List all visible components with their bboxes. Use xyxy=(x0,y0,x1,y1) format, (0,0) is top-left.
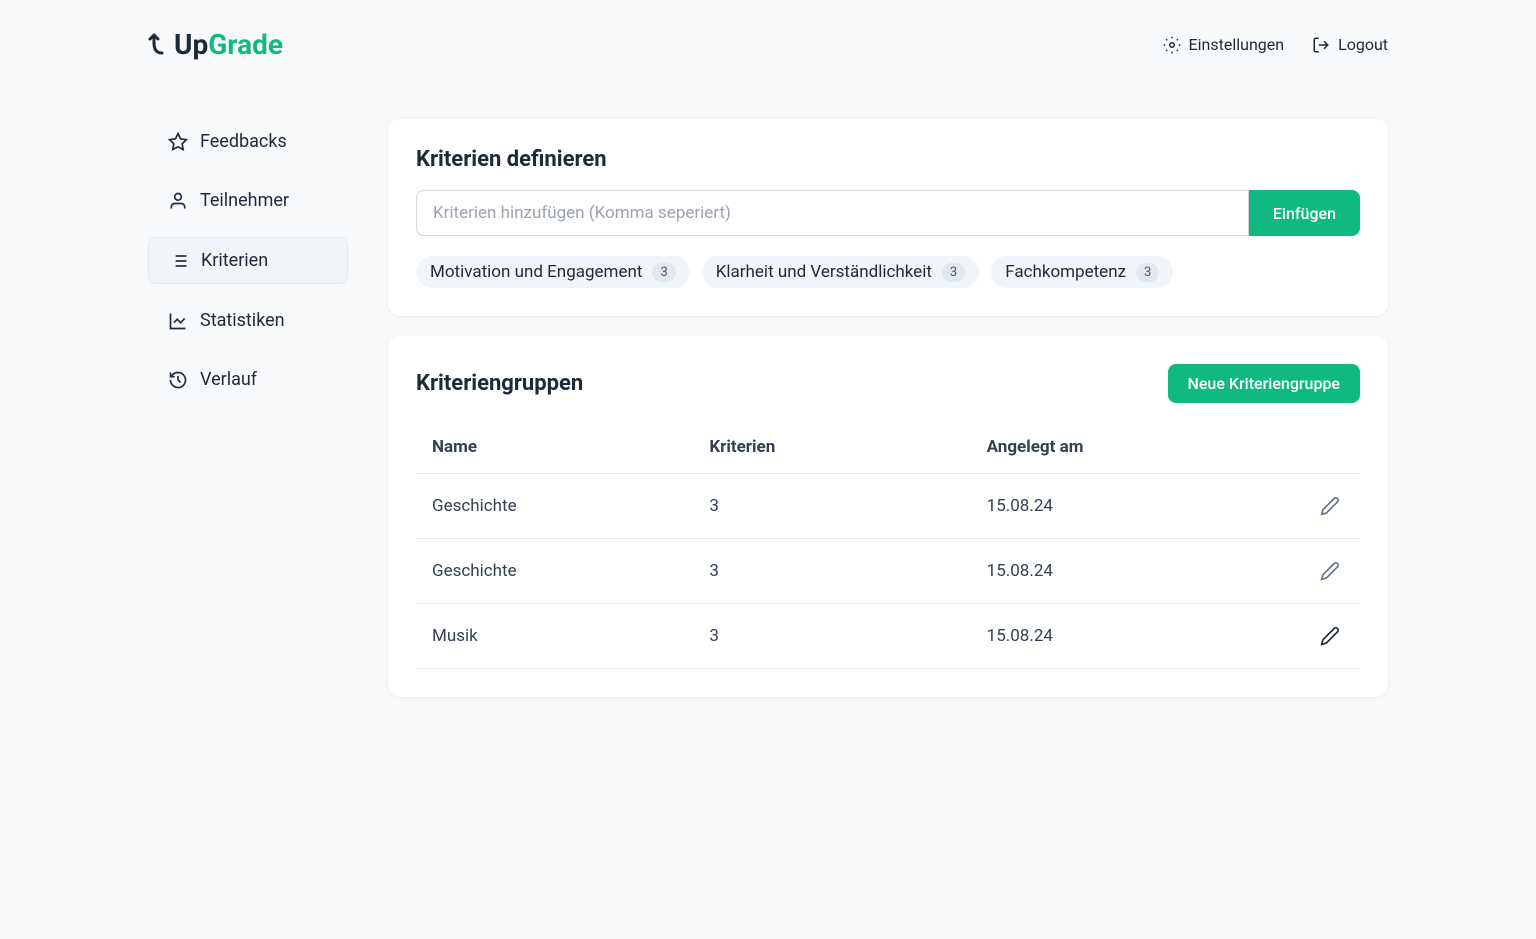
tag-klarheit[interactable]: Klarheit und Verständlichkeit 3 xyxy=(702,256,979,288)
tag-fachkompetenz[interactable]: Fachkompetenz 3 xyxy=(991,256,1173,288)
col-created: Angelegt am xyxy=(987,437,1264,457)
tag-label: Klarheit und Verständlichkeit xyxy=(716,262,932,282)
criteria-input[interactable] xyxy=(416,190,1249,236)
star-icon xyxy=(168,132,188,152)
tag-label: Motivation und Engagement xyxy=(430,262,642,282)
user-icon xyxy=(168,191,188,211)
add-criteria-button[interactable]: Einfügen xyxy=(1249,190,1360,236)
cell-name: Geschichte xyxy=(432,496,709,516)
sidebar-item-label: Statistiken xyxy=(200,310,285,331)
logo[interactable]: UpGrade xyxy=(148,28,283,61)
table-row: Geschichte 3 15.08.24 xyxy=(416,474,1360,539)
pencil-icon xyxy=(1320,626,1340,646)
cell-created: 15.08.24 xyxy=(987,496,1264,516)
cell-criteria: 3 xyxy=(709,496,986,516)
logo-text-up: Up xyxy=(174,28,208,61)
sidebar-item-teilnehmer[interactable]: Teilnehmer xyxy=(148,178,348,223)
sidebar-item-verlauf[interactable]: Verlauf xyxy=(148,357,348,402)
cell-created: 15.08.24 xyxy=(987,626,1264,646)
tag-motivation[interactable]: Motivation und Engagement 3 xyxy=(416,256,690,288)
history-icon xyxy=(168,370,188,390)
tag-count: 3 xyxy=(652,263,675,282)
table-row: Musik 3 15.08.24 xyxy=(416,604,1360,669)
pencil-icon xyxy=(1320,496,1340,516)
table-row: Geschichte 3 15.08.24 xyxy=(416,539,1360,604)
logo-text-grade: Grade xyxy=(208,28,283,61)
groups-table: Name Kriterien Angelegt am Geschichte 3 … xyxy=(416,421,1360,669)
criteria-card: Kriterien definieren Einfügen Motivation… xyxy=(388,119,1388,316)
new-group-button[interactable]: Neue Kriteriengruppe xyxy=(1168,364,1361,403)
header: UpGrade Einstellungen Logout xyxy=(148,0,1388,89)
logout-icon xyxy=(1312,36,1330,54)
cell-created: 15.08.24 xyxy=(987,561,1264,581)
cell-name: Geschichte xyxy=(432,561,709,581)
main-content: Kriterien definieren Einfügen Motivation… xyxy=(388,119,1388,717)
sidebar-item-kriterien[interactable]: Kriterien xyxy=(148,237,348,284)
sidebar: Feedbacks Teilnehmer Kriterien xyxy=(148,119,348,717)
settings-label: Einstellungen xyxy=(1189,35,1285,54)
cell-criteria: 3 xyxy=(709,561,986,581)
groups-title: Kriteriengruppen xyxy=(416,371,583,396)
list-icon xyxy=(169,251,189,271)
cell-criteria: 3 xyxy=(709,626,986,646)
tag-count: 3 xyxy=(1136,263,1159,282)
logo-arrow-icon xyxy=(148,31,172,59)
sidebar-item-label: Kriterien xyxy=(201,250,268,271)
edit-button[interactable] xyxy=(1264,492,1344,520)
groups-header: Kriteriengruppen Neue Kriteriengruppe xyxy=(416,364,1360,403)
tag-label: Fachkompetenz xyxy=(1005,262,1126,282)
table-header: Name Kriterien Angelegt am xyxy=(416,421,1360,474)
pencil-icon xyxy=(1320,561,1340,581)
logout-button[interactable]: Logout xyxy=(1312,35,1388,54)
groups-card: Kriteriengruppen Neue Kriteriengruppe Na… xyxy=(388,336,1388,697)
gear-icon xyxy=(1163,36,1181,54)
sidebar-item-feedbacks[interactable]: Feedbacks xyxy=(148,119,348,164)
sidebar-item-label: Verlauf xyxy=(200,369,257,390)
col-criteria: Kriterien xyxy=(709,437,986,457)
chart-icon xyxy=(168,311,188,331)
col-name: Name xyxy=(432,437,709,457)
sidebar-item-label: Teilnehmer xyxy=(200,190,289,211)
edit-button[interactable] xyxy=(1264,557,1344,585)
criteria-input-row: Einfügen xyxy=(416,190,1360,236)
sidebar-item-label: Feedbacks xyxy=(200,131,287,152)
edit-button[interactable] xyxy=(1264,622,1344,650)
criteria-tags: Motivation und Engagement 3 Klarheit und… xyxy=(416,256,1360,288)
tag-count: 3 xyxy=(942,263,965,282)
settings-button[interactable]: Einstellungen xyxy=(1163,35,1285,54)
header-actions: Einstellungen Logout xyxy=(1163,35,1388,54)
criteria-title: Kriterien definieren xyxy=(416,147,1360,172)
cell-name: Musik xyxy=(432,626,709,646)
sidebar-item-statistiken[interactable]: Statistiken xyxy=(148,298,348,343)
logout-label: Logout xyxy=(1338,35,1388,54)
